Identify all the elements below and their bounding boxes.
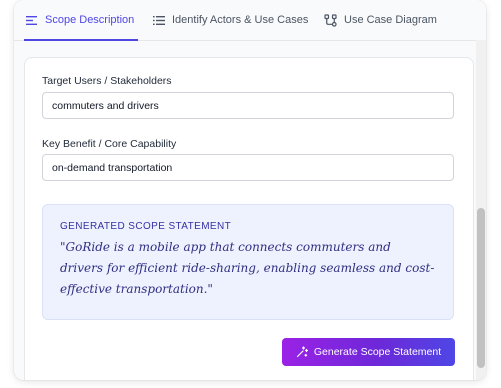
scrollbar-thumb[interactable] [477,208,485,368]
generate-scope-button[interactable]: Generate Scope Statement [282,338,455,366]
diagram-icon [324,13,337,27]
scope-statement-title: GENERATED SCOPE STATEMENT [60,221,232,232]
tab-bar: Scope Description Identify Actors & Use … [14,0,486,41]
tab-label: Identify Actors & Use Cases [172,14,309,26]
tab-label: Scope Description [45,14,135,26]
align-left-icon [26,15,38,26]
scope-statement-text: "GoRide is a mobile app that connects co… [60,240,435,296]
app-window: Scope Description Identify Actors & Use … [14,0,486,380]
tab-identify-actors[interactable]: Identify Actors & Use Cases [153,0,308,40]
scope-panel: Target Users / Stakeholders Key Benefit … [24,57,474,380]
key-benefit-input[interactable] [42,154,454,181]
key-benefit-label: Key Benefit / Core Capability [42,138,177,150]
magic-wand-icon [296,346,308,358]
scope-statement-box: GENERATED SCOPE STATEMENT "GoRide is a m… [42,204,454,320]
target-users-input[interactable] [42,92,454,119]
tab-use-case-diagram[interactable]: Use Case Diagram [324,0,437,40]
list-icon [153,15,165,26]
target-users-label: Target Users / Stakeholders [42,75,172,87]
tab-label: Use Case Diagram [344,14,437,26]
tab-scope-description[interactable]: Scope Description [23,0,139,41]
generate-button-label: Generate Scope Statement [313,346,442,358]
